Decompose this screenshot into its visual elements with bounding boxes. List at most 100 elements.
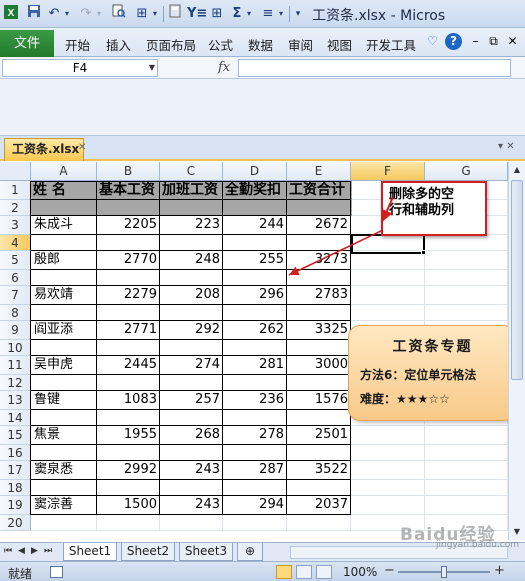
- table-header-cell[interactable]: 全勤奖扣: [223, 181, 287, 200]
- zoom-slider-thumb[interactable]: [441, 566, 447, 578]
- row-header-12[interactable]: 12: [0, 375, 31, 391]
- page-layout-view-icon[interactable]: [296, 565, 312, 579]
- row-header-20[interactable]: 20: [0, 515, 31, 531]
- salary-value-cell[interactable]: 268: [160, 426, 223, 444]
- salary-value-cell[interactable]: 255: [223, 251, 287, 269]
- salary-value-cell[interactable]: 2992: [97, 461, 160, 479]
- page-break-view-icon[interactable]: [316, 565, 332, 579]
- sheet-tab-3[interactable]: Sheet3: [179, 543, 233, 561]
- normal-view-icon[interactable]: [276, 565, 292, 579]
- salary-value-cell[interactable]: 2770: [97, 251, 160, 269]
- row-header-10[interactable]: 10: [0, 340, 31, 356]
- employee-name-cell[interactable]: 焦景: [31, 426, 97, 444]
- excel-app-icon[interactable]: X: [4, 4, 18, 24]
- tab-formulas[interactable]: 公式: [208, 35, 233, 54]
- autosum-icon[interactable]: Σ: [230, 4, 244, 24]
- row-header-7[interactable]: 7: [0, 286, 31, 305]
- employee-name-cell[interactable]: 朱成斗: [31, 216, 97, 234]
- customize-qat-icon[interactable]: ▾: [292, 4, 304, 24]
- redo-icon[interactable]: ↷: [78, 4, 94, 24]
- table-header-cell[interactable]: 加班工资: [160, 181, 223, 200]
- scroll-down-icon[interactable]: ▼: [509, 524, 525, 540]
- salary-value-cell[interactable]: 3273: [287, 251, 351, 269]
- sheet-tab-1[interactable]: Sheet1: [63, 543, 117, 561]
- first-sheet-icon[interactable]: ⏮: [4, 546, 12, 556]
- salary-value-cell[interactable]: 1576: [287, 391, 351, 409]
- salary-value-cell[interactable]: 274: [160, 356, 223, 374]
- salary-value-cell[interactable]: 1955: [97, 426, 160, 444]
- salary-value-cell[interactable]: 236: [223, 391, 287, 409]
- row-header-1[interactable]: 1: [0, 181, 31, 200]
- row-header-19[interactable]: 19: [0, 496, 31, 515]
- salary-value-cell[interactable]: 1500: [97, 496, 160, 514]
- table-header-cell[interactable]: 基本工资: [97, 181, 160, 200]
- salary-value-cell[interactable]: 2771: [97, 321, 160, 339]
- salary-value-cell[interactable]: 287: [223, 461, 287, 479]
- scroll-up-icon[interactable]: ▲: [509, 162, 525, 178]
- salary-value-cell[interactable]: 257: [160, 391, 223, 409]
- align-dropdown-icon[interactable]: ▾: [276, 4, 286, 24]
- salary-value-cell[interactable]: 296: [223, 286, 287, 304]
- salary-value-cell[interactable]: 244: [223, 216, 287, 234]
- name-box-dropdown-icon[interactable]: ▼: [146, 59, 158, 77]
- tab-review[interactable]: 审阅: [288, 35, 313, 54]
- salary-value-cell[interactable]: 243: [160, 496, 223, 514]
- table-header-cell[interactable]: 姓 名: [31, 181, 97, 200]
- employee-name-cell[interactable]: 窦泉悉: [31, 461, 97, 479]
- column-header-a[interactable]: A: [31, 162, 97, 181]
- salary-value-cell[interactable]: 243: [160, 461, 223, 479]
- print-preview-icon[interactable]: [110, 4, 128, 24]
- selected-cell[interactable]: [351, 234, 425, 254]
- salary-value-cell[interactable]: 208: [160, 286, 223, 304]
- tab-data[interactable]: 数据: [248, 35, 273, 54]
- tab-page-layout[interactable]: 页面布局: [146, 35, 196, 54]
- insert-sheet-icon[interactable]: ⊕: [237, 543, 263, 561]
- row-header-13[interactable]: 13: [0, 391, 31, 410]
- zoom-level[interactable]: 100%: [343, 565, 377, 579]
- employee-name-cell[interactable]: 窦淙善: [31, 496, 97, 514]
- column-header-g[interactable]: G: [425, 162, 508, 181]
- next-sheet-icon[interactable]: ▶: [31, 546, 38, 556]
- close-window-icon[interactable]: ✕: [504, 33, 521, 50]
- tab-view[interactable]: 视图: [327, 35, 352, 54]
- salary-value-cell[interactable]: 2445: [97, 356, 160, 374]
- undo-dropdown-icon[interactable]: ▾: [62, 4, 72, 24]
- salary-value-cell[interactable]: 248: [160, 251, 223, 269]
- zoom-in-icon[interactable]: +: [494, 563, 505, 578]
- column-header-e[interactable]: E: [287, 162, 351, 181]
- employee-name-cell[interactable]: 易欢靖: [31, 286, 97, 304]
- workbook-close-icon[interactable]: ✕: [78, 142, 86, 153]
- salary-value-cell[interactable]: 2783: [287, 286, 351, 304]
- salary-value-cell[interactable]: 2279: [97, 286, 160, 304]
- file-tab[interactable]: 文件: [0, 30, 54, 57]
- undo-icon[interactable]: ↶: [46, 4, 62, 24]
- sheet-tab-2[interactable]: Sheet2: [121, 543, 175, 561]
- salary-value-cell[interactable]: 3325: [287, 321, 351, 339]
- fill-handle[interactable]: [421, 250, 426, 255]
- row-header-14[interactable]: 14: [0, 410, 31, 426]
- workbook-tab[interactable]: 工资条.xlsx: [4, 138, 84, 161]
- salary-value-cell[interactable]: 292: [160, 321, 223, 339]
- row-header-4[interactable]: 4: [0, 235, 31, 251]
- row-header-9[interactable]: 9: [0, 321, 31, 340]
- salary-value-cell[interactable]: 1083: [97, 391, 160, 409]
- row-header-5[interactable]: 5: [0, 251, 31, 270]
- salary-value-cell[interactable]: 278: [223, 426, 287, 444]
- tab-home[interactable]: 开始: [65, 35, 90, 54]
- minimize-ribbon-icon[interactable]: ♡: [424, 33, 441, 50]
- tab-insert[interactable]: 插入: [106, 35, 131, 54]
- align-icon[interactable]: ≡: [260, 4, 276, 24]
- salary-value-cell[interactable]: 2205: [97, 216, 160, 234]
- salary-value-cell[interactable]: 262: [223, 321, 287, 339]
- insert-function-icon[interactable]: fx: [218, 60, 230, 75]
- tab-developer[interactable]: 开发工具: [366, 35, 416, 54]
- salary-value-cell[interactable]: 2037: [287, 496, 351, 514]
- zoom-out-icon[interactable]: −: [384, 563, 395, 578]
- salary-value-cell[interactable]: 3000: [287, 356, 351, 374]
- prev-sheet-icon[interactable]: ◀: [18, 546, 25, 556]
- vertical-scrollbar[interactable]: ▲ ▼: [508, 162, 525, 540]
- formula-input[interactable]: [238, 59, 511, 77]
- column-header-d[interactable]: D: [223, 162, 287, 181]
- last-sheet-icon[interactable]: ⏭: [44, 546, 52, 556]
- restore-window-icon[interactable]: ⧉: [485, 33, 502, 50]
